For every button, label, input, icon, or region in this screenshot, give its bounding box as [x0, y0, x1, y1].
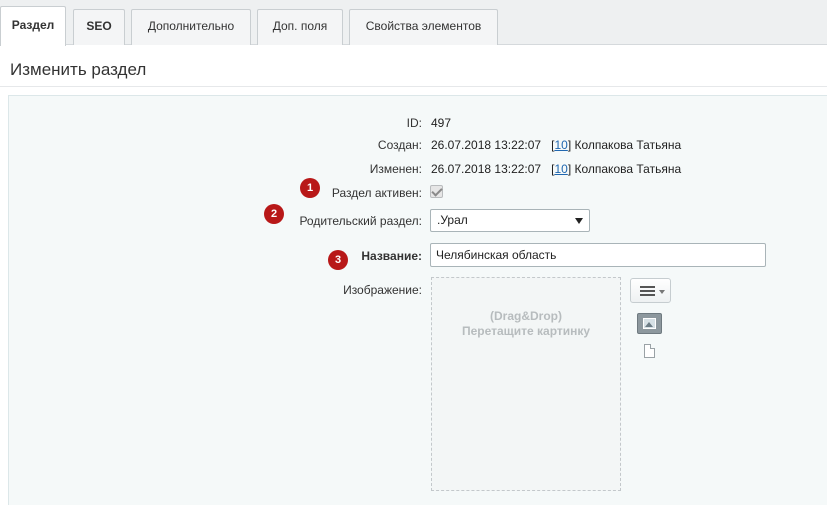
dropzone-hint-dragdrop: (Drag&Drop): [490, 309, 562, 323]
modified-date: 26.07.2018 13:22:07: [431, 162, 542, 176]
hamburger-menu-icon: [640, 286, 655, 296]
image-menu-button[interactable]: [630, 278, 671, 303]
parent-section-label: Родительский раздел:: [299, 214, 422, 228]
modified-user-name: Колпакова Татьяна: [574, 162, 682, 176]
tab-additional[interactable]: Дополнительно: [131, 9, 251, 45]
form-panel: [8, 95, 827, 505]
tab-seo[interactable]: SEO: [73, 9, 125, 45]
title-divider: [0, 86, 827, 87]
active-label: Раздел активен:: [331, 186, 422, 200]
image-upload-button[interactable]: [637, 313, 662, 334]
parent-section-value: .Урал: [437, 213, 468, 227]
image-label: Изображение:: [343, 283, 422, 297]
modified-user-id-link[interactable]: 10: [554, 162, 567, 176]
id-value: 497: [431, 116, 452, 130]
parent-section-select[interactable]: .Урал: [430, 209, 590, 232]
created-info: 26.07.2018 13:22:07 [10] Колпакова Татья…: [431, 138, 682, 152]
tab-bar: Раздел SEO Дополнительно Доп. поля Свойс…: [0, 0, 827, 46]
step-badge-3: 3: [328, 250, 348, 270]
id-label: ID:: [406, 116, 422, 130]
created-label: Создан:: [377, 138, 422, 152]
created-user-name: Колпакова Татьяна: [574, 138, 682, 152]
image-icon: [643, 318, 656, 329]
triangle-down-icon: [575, 218, 583, 224]
image-dropzone[interactable]: (Drag&Drop) Перетащите картинку: [431, 277, 621, 491]
name-input[interactable]: [430, 243, 766, 267]
tab-element-properties[interactable]: Свойства элементов: [349, 9, 498, 45]
modified-label: Изменен:: [369, 162, 422, 176]
tab-extra-fields[interactable]: Доп. поля: [257, 9, 343, 45]
modified-info: 26.07.2018 13:22:07 [10] Колпакова Татья…: [431, 162, 682, 176]
created-date: 26.07.2018 13:22:07: [431, 138, 542, 152]
step-badge-1: 1: [300, 178, 320, 198]
chevron-down-icon: [659, 290, 665, 294]
dropzone-hint-text: Перетащите картинку: [461, 324, 591, 338]
page-title: Изменить раздел: [10, 60, 147, 79]
file-icon[interactable]: [644, 344, 655, 358]
name-label: Название:: [361, 249, 422, 263]
step-badge-2: 2: [264, 204, 284, 224]
active-checkbox[interactable]: [430, 185, 443, 198]
created-user-id-link[interactable]: 10: [554, 138, 567, 152]
tab-section[interactable]: Раздел: [0, 6, 66, 46]
